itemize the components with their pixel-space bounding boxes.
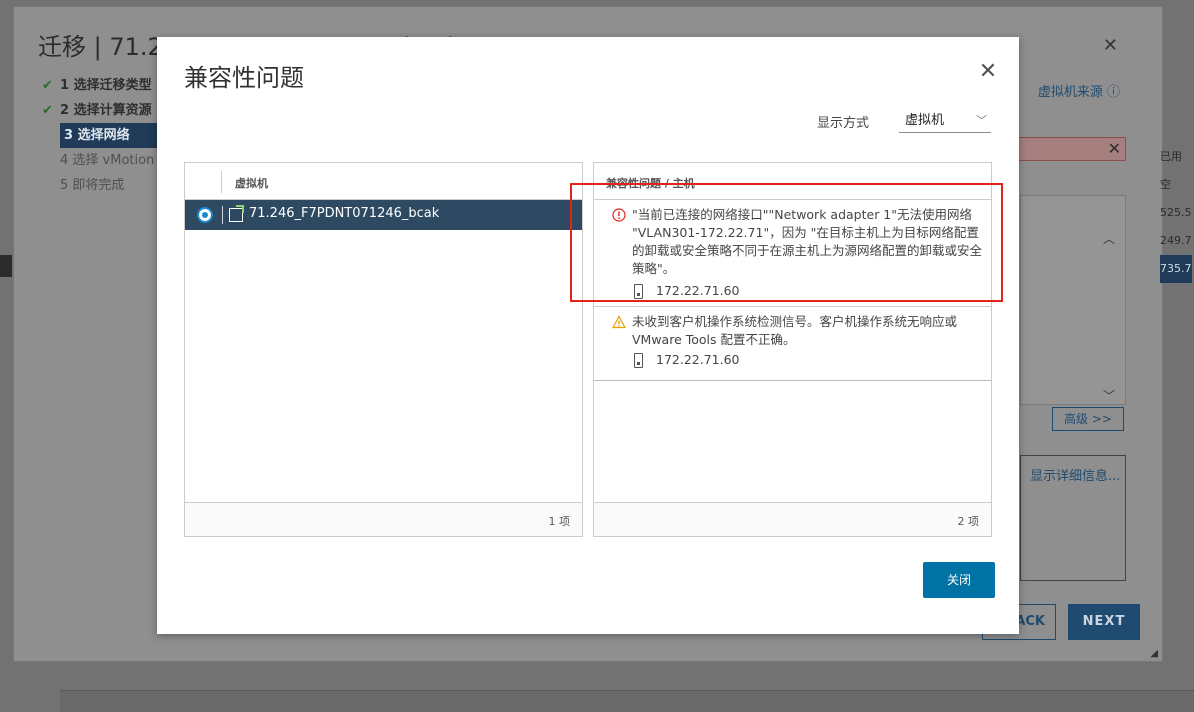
display-mode-value: 虚拟机 <box>905 113 945 128</box>
issue-row: 未收到客户机操作系统检测信号。客户机操作系统无响应或 VMware Tools … <box>594 307 991 381</box>
vm-list-footer: 1 项 <box>185 502 582 536</box>
issues-footer: 2 项 <box>594 502 991 536</box>
display-mode-label: 显示方式 <box>817 116 870 131</box>
vm-name: 71.246_F7PDNT071246_bcak <box>249 206 440 221</box>
warning-icon <box>612 315 626 329</box>
network-table-fragment: ︿ ﹀ <box>1020 195 1126 405</box>
table-cell: 249.7 <box>1160 234 1192 247</box>
compatibility-dialog: 兼容性问题 ✕ 显示方式 虚拟机 ﹀ 虚拟机 71.246_F7PDNT0712… <box>157 37 1019 634</box>
radio-selected-icon[interactable] <box>197 207 213 223</box>
error-banner: ✕ <box>1018 137 1126 161</box>
table-column-fragment: 已用空 525.5 249.7 735.7 <box>1160 143 1192 283</box>
check-icon: ✔ <box>42 78 53 93</box>
wizard-steps: ✔ 1 选择迁移类型 ✔ 2 选择计算资源 3 选择网络 4 选择 vMotion … <box>42 73 160 198</box>
wizard-step-label: 4 选择 vMotion <box>60 153 155 168</box>
check-icon: ✔ <box>42 103 53 118</box>
vm-icon <box>229 205 244 222</box>
wizard-step-label: 3 选择网络 <box>64 128 130 143</box>
column-header: 已用空 <box>1160 150 1182 191</box>
dialog-title: 兼容性问题 <box>184 64 304 92</box>
vm-source-link[interactable]: 虚拟机来源 ⓘ <box>1038 81 1120 100</box>
table-cell: 525.5 <box>1160 206 1192 219</box>
wizard-step-label: 5 即将完成 <box>60 178 125 193</box>
vm-list-panel: 虚拟机 71.246_F7PDNT071246_bcak 1 项 <box>184 162 583 537</box>
info-icon: ⓘ <box>1106 85 1120 100</box>
scroll-down-icon[interactable]: ﹀ <box>1103 387 1119 404</box>
issue-text: 未收到客户机操作系统检测信号。客户机操作系统无响应或 VMware Tools … <box>632 314 958 347</box>
chevron-down-icon: ﹀ <box>976 114 987 127</box>
host-ip: 172.22.71.60 <box>656 352 740 367</box>
close-icon[interactable]: ✕ <box>1108 139 1121 158</box>
wizard-step-label: 2 选择计算资源 <box>60 103 152 118</box>
wizard-step-4: 4 选择 vMotion <box>42 148 160 173</box>
show-details-link[interactable]: 显示详细信息... <box>1030 465 1120 484</box>
item-count: 2 项 <box>957 515 980 528</box>
item-count: 1 项 <box>548 515 571 528</box>
scroll-up-icon[interactable]: ︿ <box>1103 230 1119 247</box>
background-footer-fragment <box>60 690 1194 712</box>
wizard-step-3[interactable]: 3 选择网络 <box>60 123 160 148</box>
close-button[interactable]: 关闭 <box>923 562 995 598</box>
display-mode-select[interactable]: 虚拟机 ﹀ <box>899 109 991 133</box>
column-header-vm: 虚拟机 <box>235 177 268 190</box>
wizard-step-label: 1 选择迁移类型 <box>60 78 152 93</box>
advanced-button[interactable]: 高级 >> <box>1052 407 1124 431</box>
vm-list-header: 虚拟机 <box>185 163 582 200</box>
vm-row[interactable]: 71.246_F7PDNT071246_bcak <box>185 200 582 230</box>
background-sidebar-fragment <box>0 255 12 277</box>
scrollbar[interactable]: ︿ ﹀ <box>1103 196 1119 404</box>
host-icon <box>634 353 643 368</box>
wizard-step-5: 5 即将完成 <box>42 173 160 198</box>
resize-handle-icon[interactable]: ◢ <box>1150 648 1158 659</box>
table-cell: 735.7 <box>1160 255 1192 283</box>
annotation-highlight <box>570 183 1003 302</box>
wizard-step-2[interactable]: ✔ 2 选择计算资源 <box>42 98 160 123</box>
next-button[interactable]: NEXT <box>1068 604 1140 640</box>
wizard-step-1[interactable]: ✔ 1 选择迁移类型 <box>42 73 160 98</box>
close-icon[interactable]: ✕ <box>977 61 999 83</box>
wizard-close-icon[interactable]: ✕ <box>1103 35 1118 56</box>
